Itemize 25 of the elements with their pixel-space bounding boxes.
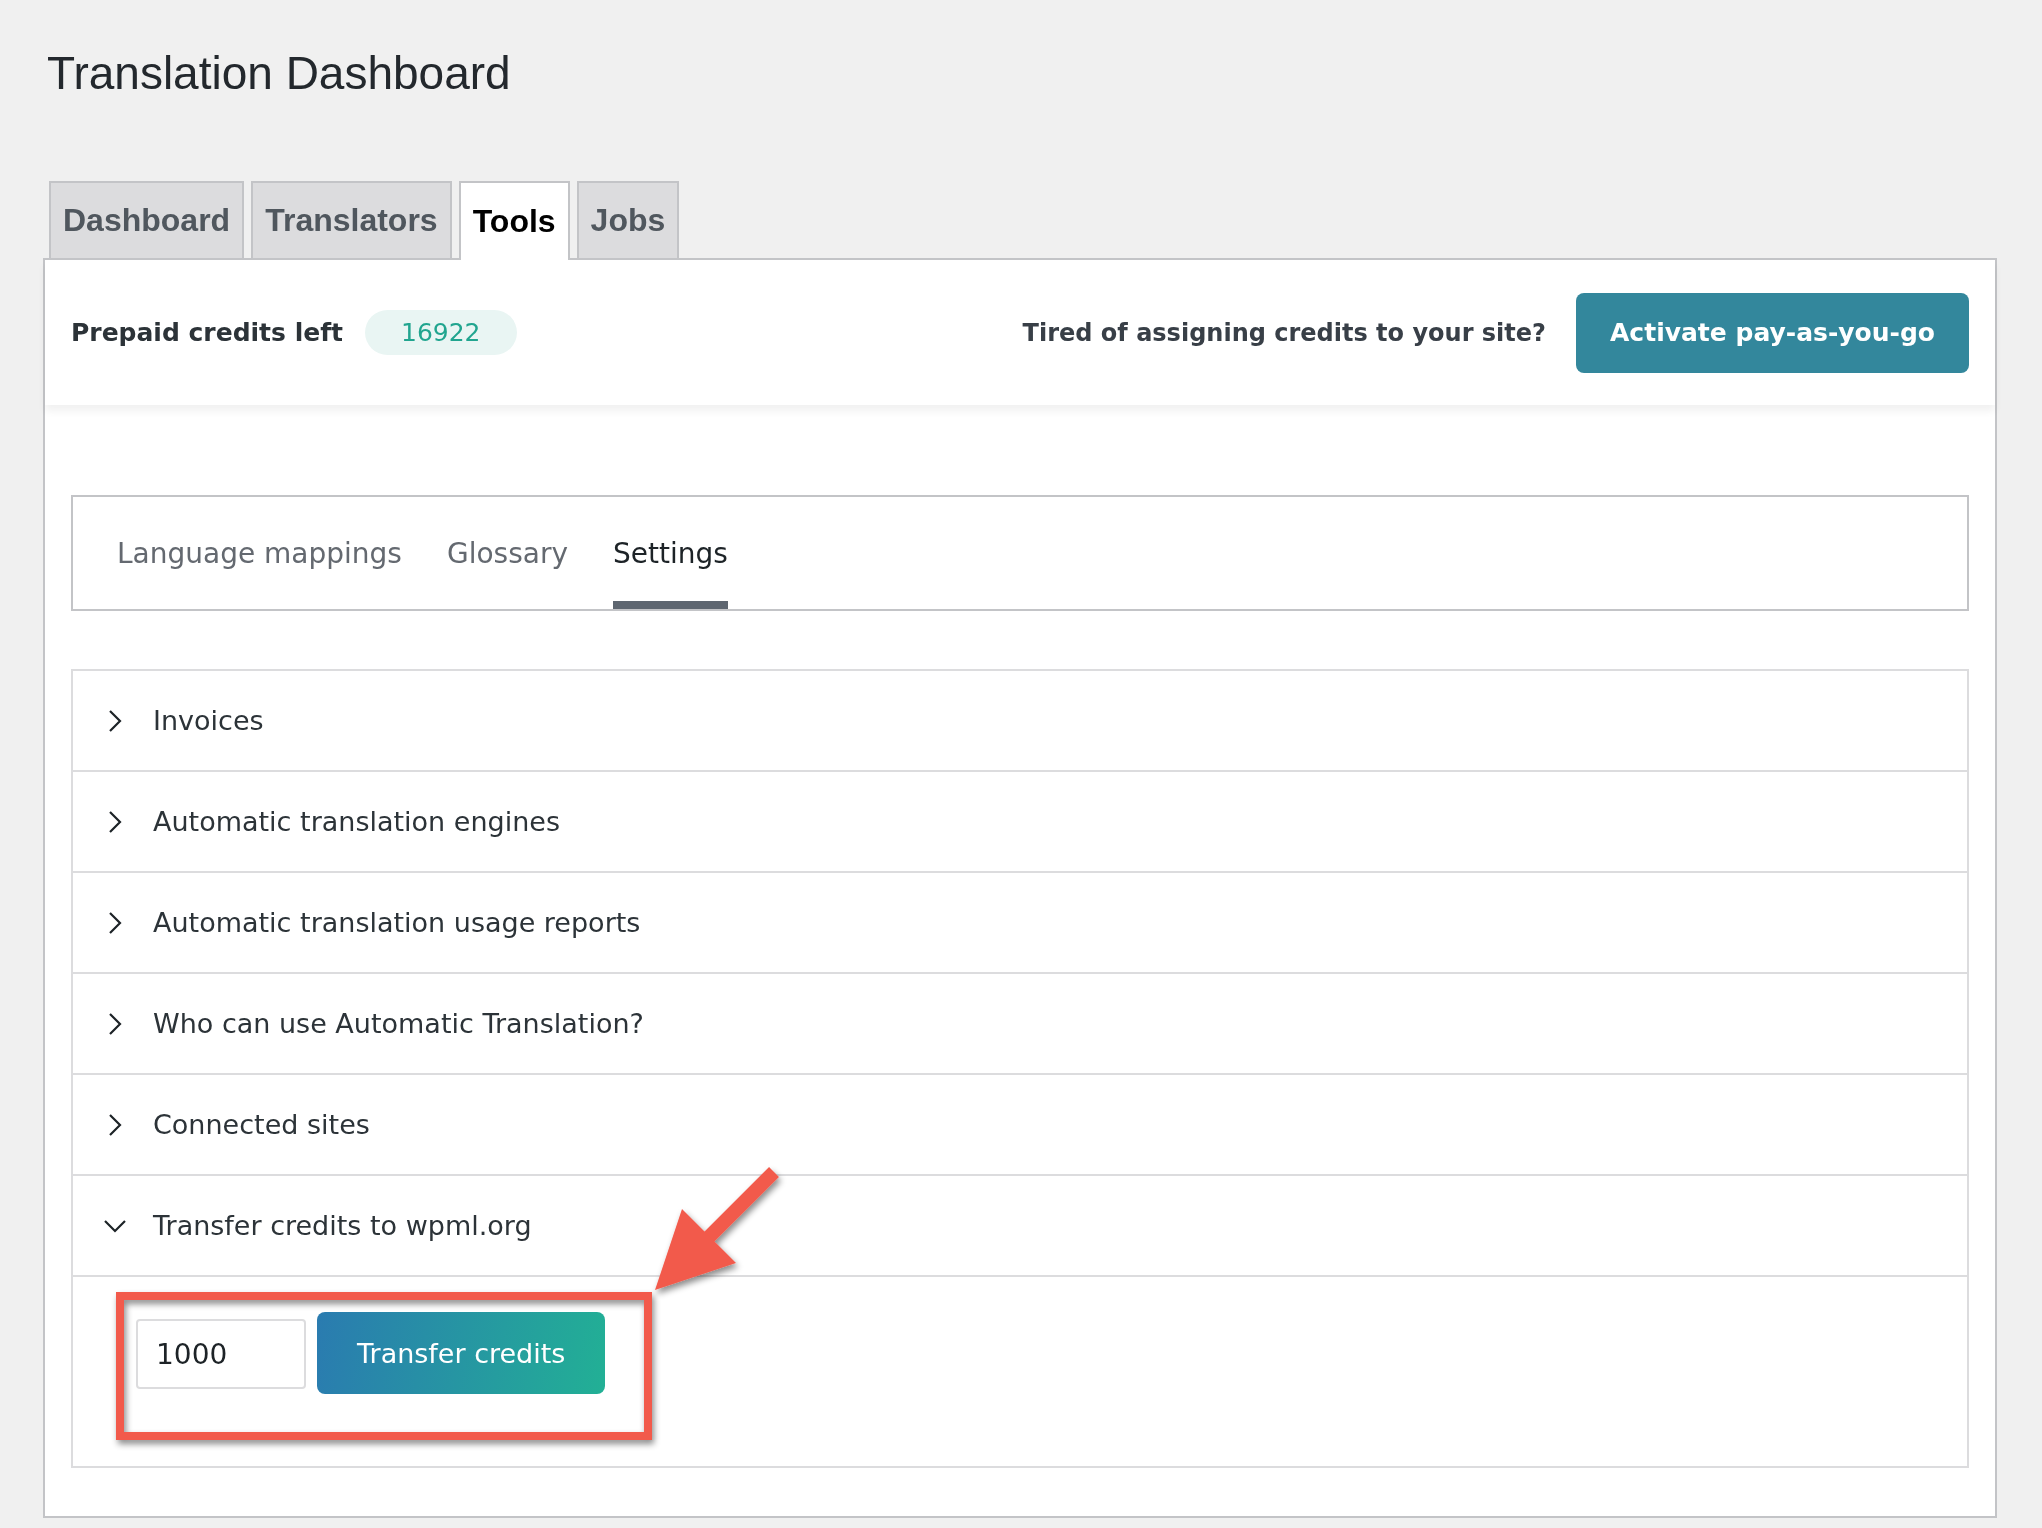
accordion-label: Who can use Automatic Translation?: [153, 1008, 644, 1039]
accordion-row[interactable]: Invoices: [73, 671, 1967, 772]
accordion-row[interactable]: Who can use Automatic Translation?: [73, 974, 1967, 1075]
subtab[interactable]: Language mappings: [117, 497, 402, 609]
credits-input[interactable]: 1000: [136, 1319, 306, 1389]
accordion-label: Automatic translation engines: [153, 806, 560, 837]
accordion-row[interactable]: Automatic translation usage reports: [73, 873, 1967, 974]
promo-text: Tired of assigning credits to your site?: [1022, 318, 1546, 347]
accordion-label: Transfer credits to wpml.org: [153, 1210, 532, 1241]
accordion-label: Automatic translation usage reports: [153, 907, 641, 938]
activate-button[interactable]: Activate pay-as-you-go: [1576, 292, 1969, 373]
tab[interactable]: Tools: [458, 181, 570, 260]
accordion-label: Connected sites: [153, 1109, 370, 1140]
tab[interactable]: Jobs: [576, 181, 680, 258]
tab[interactable]: Dashboard: [49, 181, 245, 258]
subtab[interactable]: Glossary: [446, 497, 568, 609]
tab[interactable]: Translators: [251, 181, 452, 258]
subtab[interactable]: Settings: [613, 497, 728, 609]
accordion-row[interactable]: Connected sites: [73, 1075, 1967, 1176]
credits-count: 16922: [365, 310, 517, 355]
accordion-row[interactable]: Automatic translation engines: [73, 772, 1967, 873]
transfer-button[interactable]: Transfer credits: [317, 1312, 606, 1394]
page-title: Translation Dashboard: [46, 46, 512, 101]
credits-label: Prepaid credits left: [71, 318, 343, 347]
accordion-label: Invoices: [153, 705, 264, 736]
